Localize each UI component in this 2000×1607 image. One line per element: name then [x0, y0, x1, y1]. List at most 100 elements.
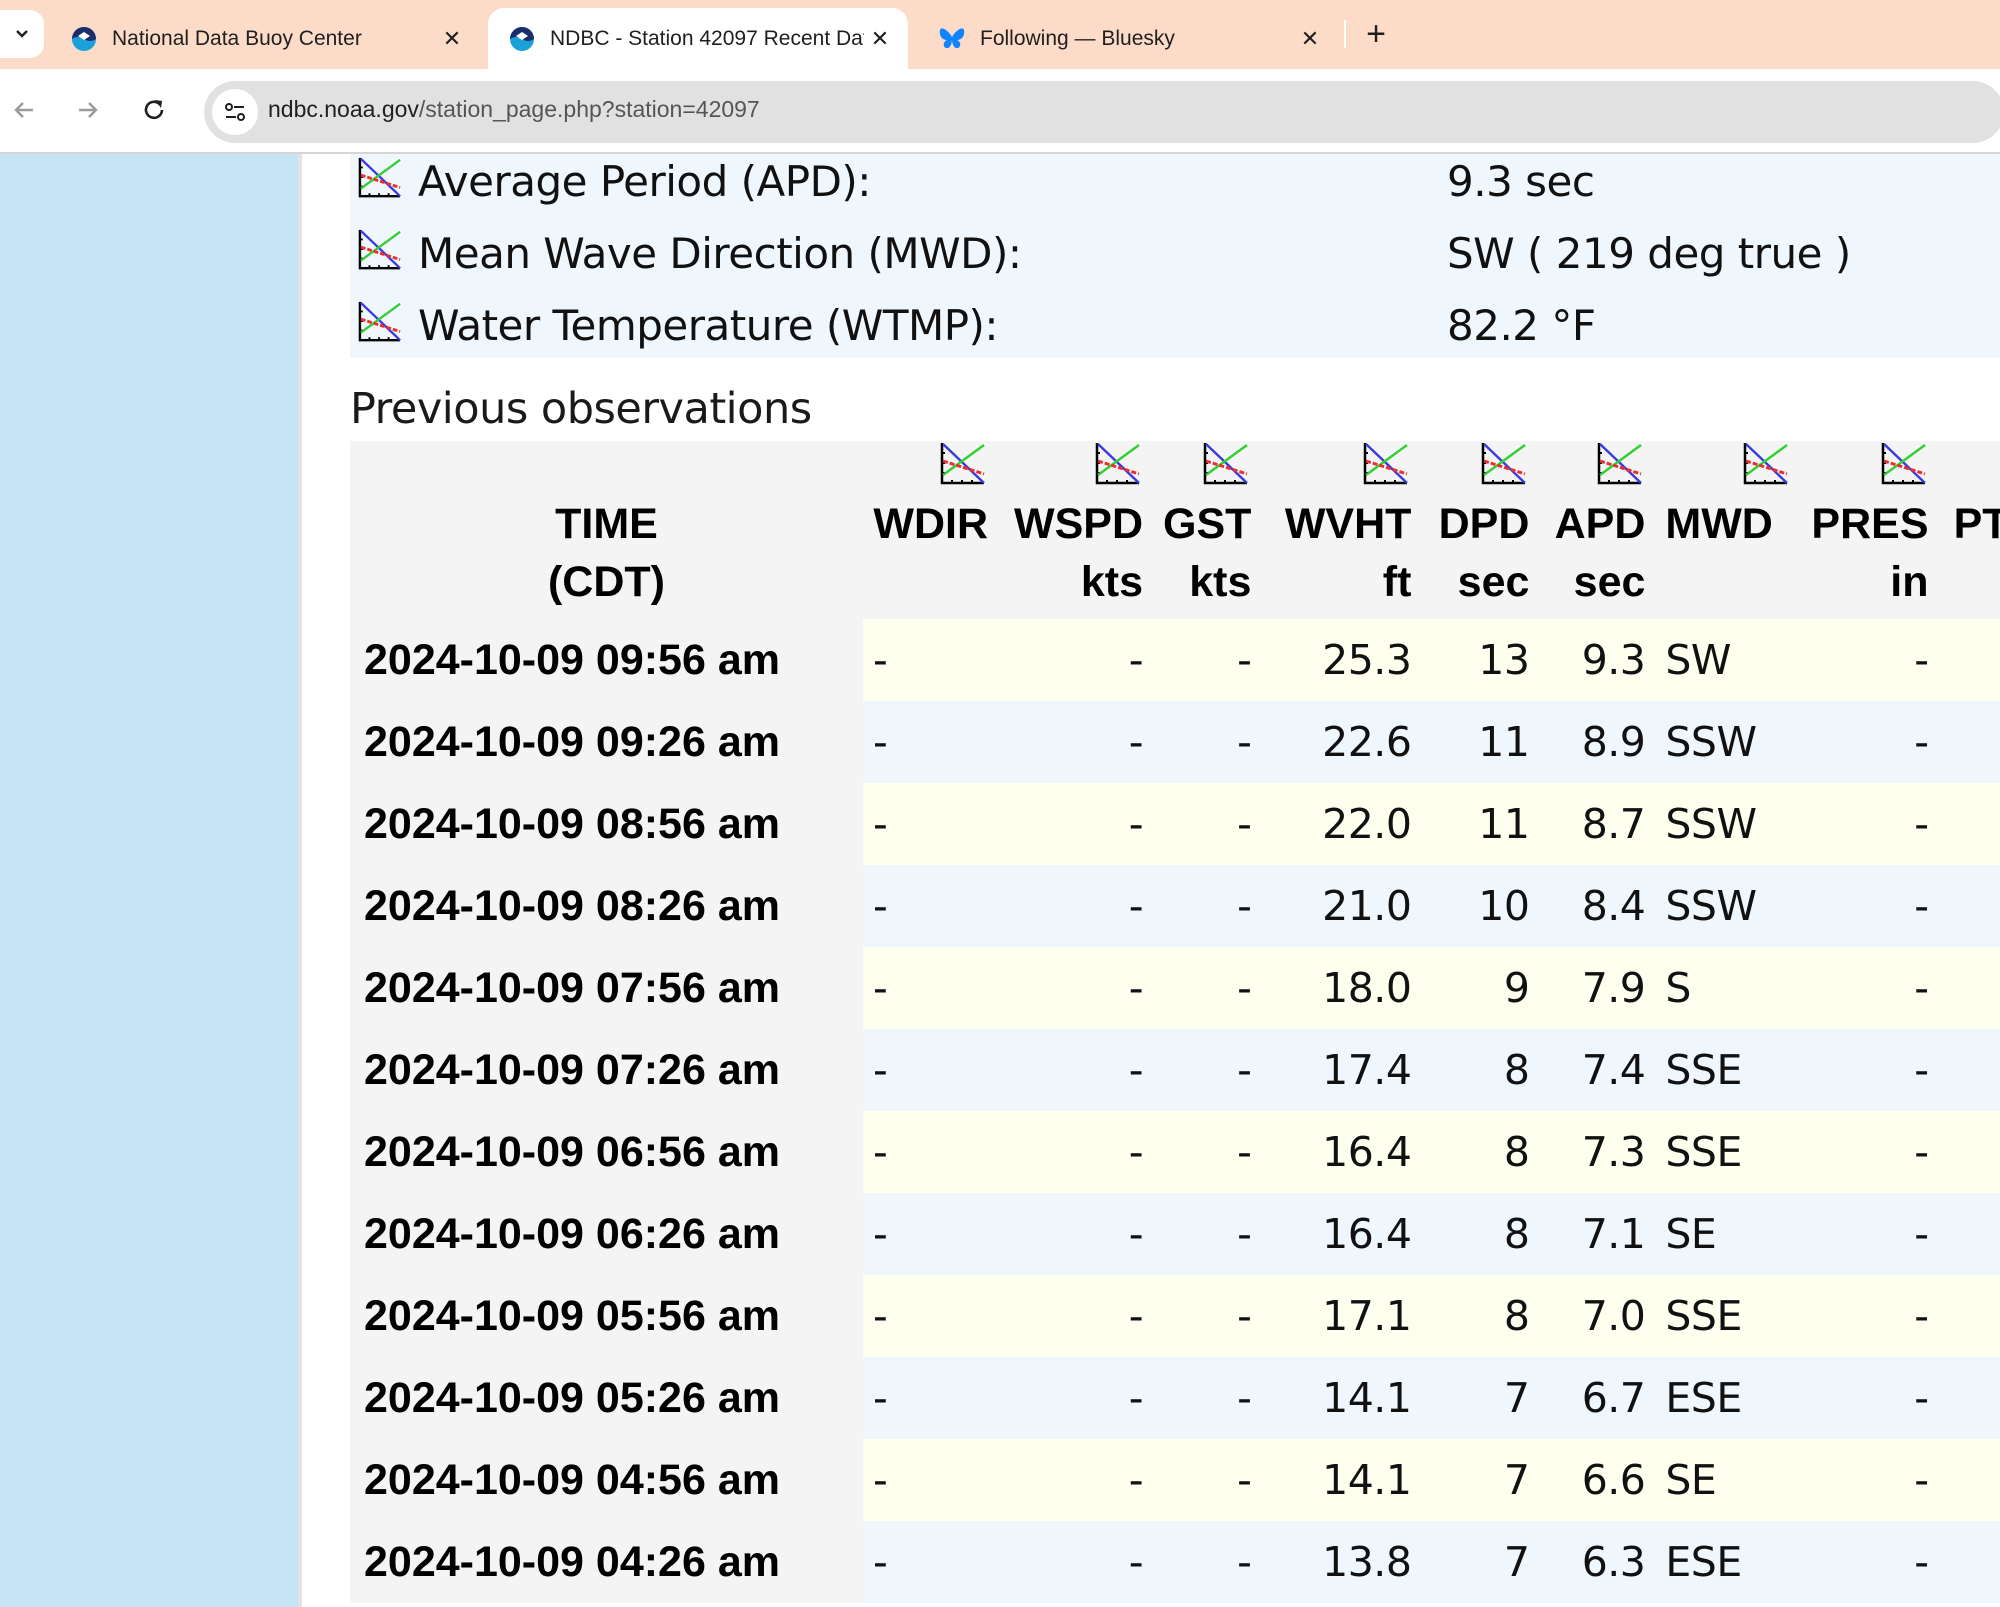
- tab-bluesky-following[interactable]: Following — Bluesky ✕: [918, 8, 1338, 69]
- arrow-right-icon: [79, 102, 98, 118]
- close-tab-icon[interactable]: ✕: [864, 23, 896, 55]
- column-unit: kts: [1189, 558, 1252, 606]
- gst-graph-icon[interactable]: [1201, 441, 1251, 487]
- url-text[interactable]: ndbc.noaa.gov/station_page.php?station=4…: [268, 96, 760, 123]
- pres-graph-icon[interactable]: [1879, 441, 1929, 487]
- cell-wdir: -: [863, 1275, 998, 1357]
- cell-pres: -: [1801, 1357, 1939, 1439]
- wspd-graph-icon[interactable]: [1093, 441, 1143, 487]
- tab-national-data-buoy-center[interactable]: National Data Buoy Center ✕: [50, 8, 480, 69]
- column-name: TIME: [555, 500, 658, 548]
- cell-wdir: -: [863, 783, 998, 865]
- reload-button[interactable]: [132, 88, 176, 132]
- table-row: 2024-10-09 09:56 am - - -25.3 13 9.3 SW -: [350, 619, 2000, 701]
- column-unit: kts: [1080, 558, 1143, 606]
- table-row: 2024-10-09 07:26 am - - -17.4 8 7.4 SSE -: [350, 1029, 2000, 1111]
- cell-mwd: SSW: [1655, 865, 1802, 947]
- cell-wvht: 18.0: [1261, 947, 1422, 1029]
- back-button[interactable]: [2, 88, 46, 132]
- url-path: /station_page.php?station=42097: [418, 96, 760, 122]
- table-row: 2024-10-09 05:56 am - - -17.1 8 7.0 SSE -: [350, 1275, 2000, 1357]
- new-tab-button[interactable]: +: [1358, 15, 1394, 53]
- cell-wspd: -: [998, 1275, 1153, 1357]
- bluesky-butterfly-icon: [938, 25, 966, 53]
- wvht-graph-icon[interactable]: [1361, 441, 1411, 487]
- cell-wspd: -: [998, 783, 1153, 865]
- cell-dpd: 8: [1421, 1275, 1540, 1357]
- column-header-apd: APD sec: [1539, 441, 1656, 619]
- cell-wvht: 22.6: [1261, 701, 1422, 783]
- wdir-graph-icon[interactable]: [938, 441, 988, 487]
- cell-mwd: SE: [1655, 1193, 1802, 1275]
- cell-pres: -: [1801, 783, 1939, 865]
- cell-gst: -: [1153, 865, 1262, 947]
- cell-gst: -: [1153, 1111, 1262, 1193]
- cell-pt: [1938, 619, 2000, 701]
- reload-icon: [144, 100, 164, 120]
- cell-dpd: 11: [1421, 701, 1540, 783]
- observation-label: Average Period (APD):: [418, 157, 871, 206]
- noaa-logo-icon: [70, 25, 98, 53]
- column-header-mwd: MWD: [1655, 441, 1802, 619]
- cell-pres: -: [1801, 1193, 1939, 1275]
- forward-button[interactable]: [66, 88, 110, 132]
- cell-dpd: 8: [1421, 1029, 1540, 1111]
- tab-ndbc-station-42097[interactable]: NDBC - Station 42097 Recent Data ✕: [488, 8, 908, 69]
- previous-observations-table: TIME (CDT) WDIR WSPD kts GST kts WVHT ft DPD sec A…: [350, 441, 2000, 1603]
- cell-gst: -: [1153, 947, 1262, 1029]
- column-unit: ft: [1382, 558, 1412, 606]
- cell-pt: [1938, 865, 2000, 947]
- latest-observation-row: Water Temperature (WTMP): 82.2 °F: [350, 298, 2000, 368]
- cell-apd: 8.9: [1539, 701, 1656, 783]
- previous-observations-title: Previous observations: [350, 384, 812, 434]
- cell-pres: -: [1801, 1111, 1939, 1193]
- close-tab-icon[interactable]: ✕: [436, 23, 468, 55]
- cell-wvht: 22.0: [1261, 783, 1422, 865]
- cell-time: 2024-10-09 04:56 am: [350, 1439, 863, 1521]
- column-header-pt: PT: [1938, 441, 2000, 619]
- cell-gst: -: [1153, 701, 1262, 783]
- cell-dpd: 13: [1421, 619, 1540, 701]
- cell-dpd: 7: [1421, 1357, 1540, 1439]
- left-navigation-panel: [0, 154, 302, 1607]
- cell-wdir: -: [863, 1111, 998, 1193]
- tab-strip: National Data Buoy Center ✕ NDBC - Stati…: [0, 0, 2000, 69]
- noaa-logo-icon: [508, 25, 536, 53]
- apd-graph-icon[interactable]: [1595, 441, 1645, 487]
- site-info-button[interactable]: [212, 89, 258, 135]
- cell-mwd: SSE: [1655, 1275, 1802, 1357]
- cell-wspd: -: [998, 1521, 1153, 1603]
- tab-separator: [1344, 20, 1346, 48]
- observation-value: 82.2 °F: [1447, 301, 1596, 350]
- observation-value: 9.3 sec: [1447, 157, 1595, 206]
- graph-icon[interactable]: [356, 228, 404, 272]
- table-row: 2024-10-09 08:26 am - - -21.0 10 8.4 SSW -: [350, 865, 2000, 947]
- cell-time: 2024-10-09 09:56 am: [350, 619, 863, 701]
- graph-icon[interactable]: [356, 300, 404, 344]
- column-unit: sec: [1573, 558, 1646, 606]
- column-unit: [1997, 558, 2000, 606]
- cell-pres: -: [1801, 1439, 1939, 1521]
- graph-icon[interactable]: [356, 156, 404, 200]
- address-bar[interactable]: ndbc.noaa.gov/station_page.php?station=4…: [204, 81, 2000, 143]
- mwd-graph-icon[interactable]: [1741, 441, 1791, 487]
- cell-wvht: 17.4: [1261, 1029, 1422, 1111]
- cell-wspd: -: [998, 1193, 1153, 1275]
- tab-search-button[interactable]: [0, 10, 44, 58]
- cell-pt: [1938, 1357, 2000, 1439]
- tab-title: National Data Buoy Center: [112, 26, 362, 50]
- cell-gst: -: [1153, 619, 1262, 701]
- cell-gst: -: [1153, 1521, 1262, 1603]
- column-name: APD: [1554, 500, 1646, 548]
- chevron-down-icon: [16, 30, 28, 38]
- dpd-graph-icon[interactable]: [1479, 441, 1529, 487]
- cell-mwd: S: [1655, 947, 1802, 1029]
- table-row: 2024-10-09 05:26 am - - -14.1 7 6.7 ESE -: [350, 1357, 2000, 1439]
- latest-observation-row: Mean Wave Direction (MWD): SW ( 219 deg t…: [350, 226, 2000, 296]
- close-tab-icon[interactable]: ✕: [1294, 23, 1326, 55]
- column-header-time: TIME (CDT): [350, 441, 863, 619]
- cell-wspd: -: [998, 701, 1153, 783]
- cell-wvht: 16.4: [1261, 1193, 1422, 1275]
- station-content: Average Period (APD): 9.3 sec Mean Wave Di…: [350, 154, 2000, 1603]
- cell-dpd: 7: [1421, 1521, 1540, 1603]
